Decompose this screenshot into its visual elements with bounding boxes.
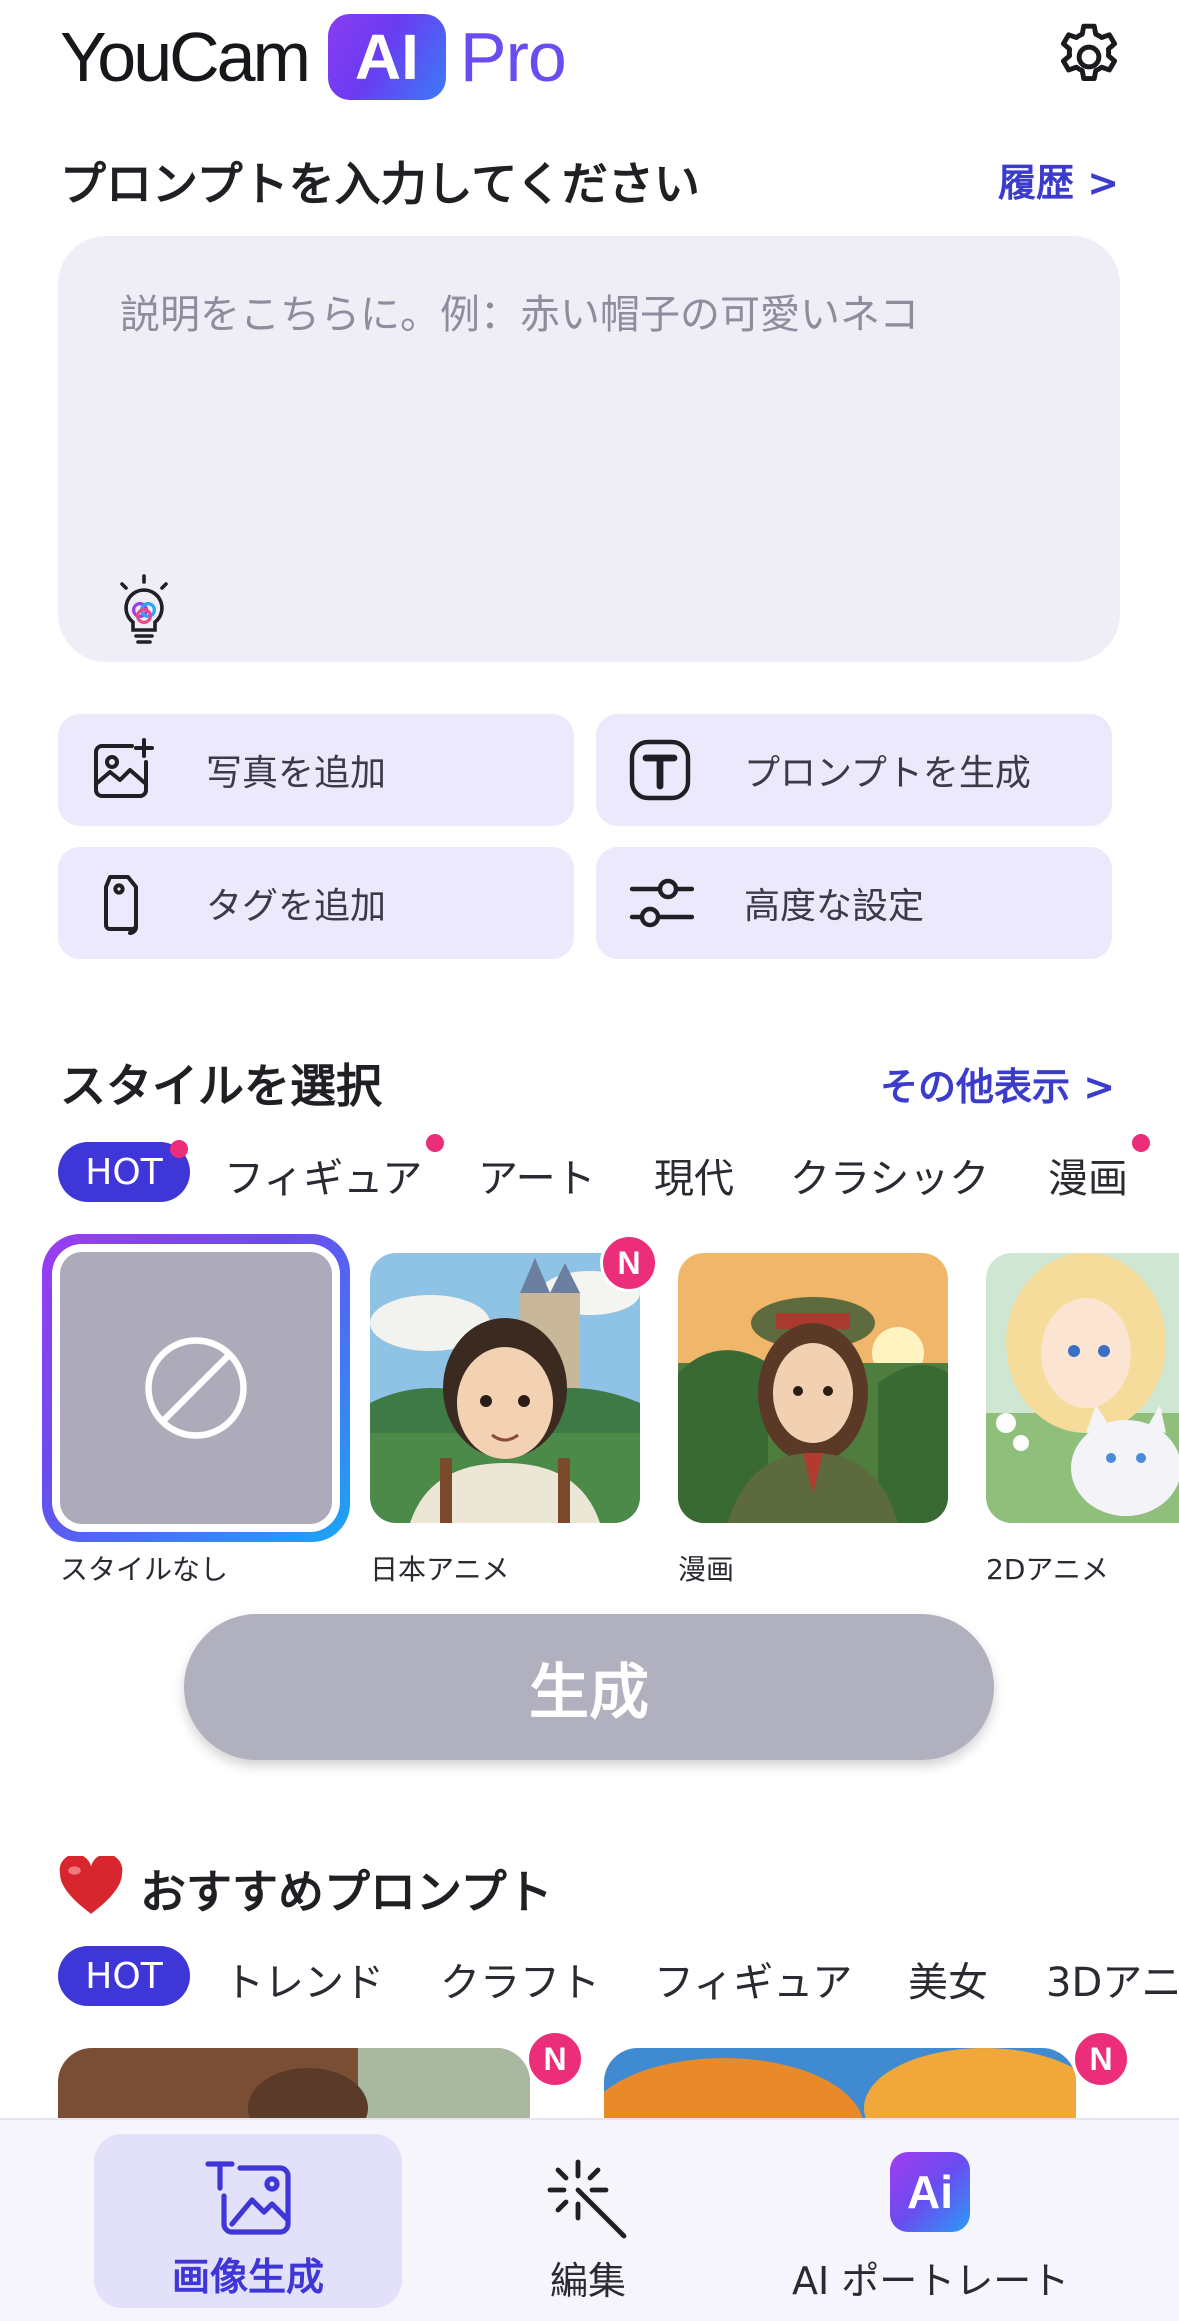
- no-style-icon: [145, 1337, 247, 1439]
- prompt-placeholder: 説明をこちらに。例：赤い帽子の可愛いネコ: [120, 292, 920, 338]
- style-tab-figure[interactable]: フィギュア: [224, 1146, 422, 1204]
- new-dot: [170, 1140, 188, 1158]
- add-tag-label: タグを追加: [206, 886, 387, 927]
- generate-prompt-label: プロンプトを生成: [744, 753, 1031, 794]
- add-photo-label: 写真を追加: [206, 753, 387, 794]
- new-badge: N: [600, 1234, 658, 1292]
- manga-thumbnail: [678, 1253, 948, 1523]
- style-card-manga[interactable]: [678, 1253, 948, 1523]
- rec-tab-craft[interactable]: クラフト: [440, 1950, 600, 2008]
- heart-icon: [59, 1856, 123, 1914]
- style-tab-classic[interactable]: クラシック: [790, 1146, 989, 1204]
- more-styles-link[interactable]: その他表示 >: [880, 1056, 1115, 1111]
- add-photo-button[interactable]: 写真を追加: [58, 714, 574, 826]
- rec-tab-trend[interactable]: トレンド: [224, 1950, 384, 2008]
- ai-portrait-icon: Ai: [890, 2152, 970, 2232]
- image-generate-icon: [205, 2161, 291, 2235]
- rec-tab-figure[interactable]: フィギュア: [654, 1950, 852, 2008]
- style-label-none: スタイルなし: [60, 1553, 229, 1586]
- style-section-title: スタイルを選択: [60, 1059, 382, 1113]
- new-badge: N: [1072, 2030, 1130, 2088]
- nav-label-ai-portrait: AI ポートレート: [792, 2259, 1070, 2303]
- 2d-anime-thumbnail: [986, 1253, 1179, 1523]
- generate-button[interactable]: 生成: [184, 1614, 994, 1760]
- new-badge: N: [526, 2030, 584, 2088]
- nav-item-edit[interactable]: 編集: [500, 2156, 680, 2306]
- lightbulb-icon[interactable]: [114, 574, 174, 648]
- style-tab-modern[interactable]: 現代: [654, 1146, 734, 1204]
- text-t-icon: [629, 739, 691, 801]
- add-photo-icon: [94, 738, 154, 798]
- generate-prompt-button[interactable]: プロンプトを生成: [596, 714, 1112, 826]
- nav-item-ai-portrait[interactable]: Ai AI ポートレート: [780, 2152, 1080, 2306]
- advanced-settings-label: 高度な設定: [744, 886, 925, 927]
- logo-suffix: Pro: [459, 18, 567, 96]
- add-tag-button[interactable]: タグを追加: [58, 847, 574, 959]
- bottom-navigation: 画像生成 編集 Ai AI ポートレート: [0, 2118, 1179, 2321]
- recommended-section-title: おすすめプロンプト: [140, 1865, 553, 1919]
- style-card-none[interactable]: [42, 1234, 350, 1542]
- new-dot: [426, 1134, 444, 1152]
- style-label-manga: 漫画: [678, 1553, 735, 1586]
- rec-tab-hot[interactable]: HOT: [58, 1946, 190, 2006]
- new-dot: [1132, 1134, 1150, 1152]
- rec-tab-beauty[interactable]: 美女: [908, 1950, 988, 2008]
- gear-icon[interactable]: [1052, 20, 1126, 94]
- tag-icon: [104, 875, 138, 935]
- style-card-japanese-anime[interactable]: [370, 1253, 640, 1523]
- magic-wand-icon: [547, 2159, 627, 2239]
- logo-ai-badge: AI: [327, 14, 446, 100]
- advanced-settings-button[interactable]: 高度な設定: [596, 847, 1112, 959]
- history-link[interactable]: 履歴 >: [998, 152, 1119, 207]
- logo-text: YouCam: [60, 18, 311, 96]
- style-card-2d-anime[interactable]: [986, 1253, 1179, 1523]
- rec-tab-3d-anime[interactable]: 3Dアニ: [1046, 1950, 1179, 2008]
- prompt-input[interactable]: 説明をこちらに。例：赤い帽子の可愛いネコ: [58, 236, 1120, 662]
- nav-label-edit: 編集: [550, 2259, 627, 2303]
- prompt-section-title: プロンプトを入力してください: [60, 157, 700, 211]
- style-tab-manga[interactable]: 漫画: [1048, 1146, 1128, 1204]
- style-tab-art[interactable]: アート: [478, 1146, 596, 1204]
- japanese-anime-thumbnail: [370, 1253, 640, 1523]
- app-logo: YouCam AI Pro: [60, 12, 567, 102]
- nav-label-image-generate: 画像生成: [172, 2255, 325, 2299]
- nav-item-image-generate[interactable]: 画像生成: [94, 2134, 402, 2308]
- style-label-2d-anime: 2Dアニメ: [986, 1553, 1109, 1586]
- style-label-japanese-anime: 日本アニメ: [370, 1553, 510, 1586]
- sliders-icon: [629, 878, 694, 928]
